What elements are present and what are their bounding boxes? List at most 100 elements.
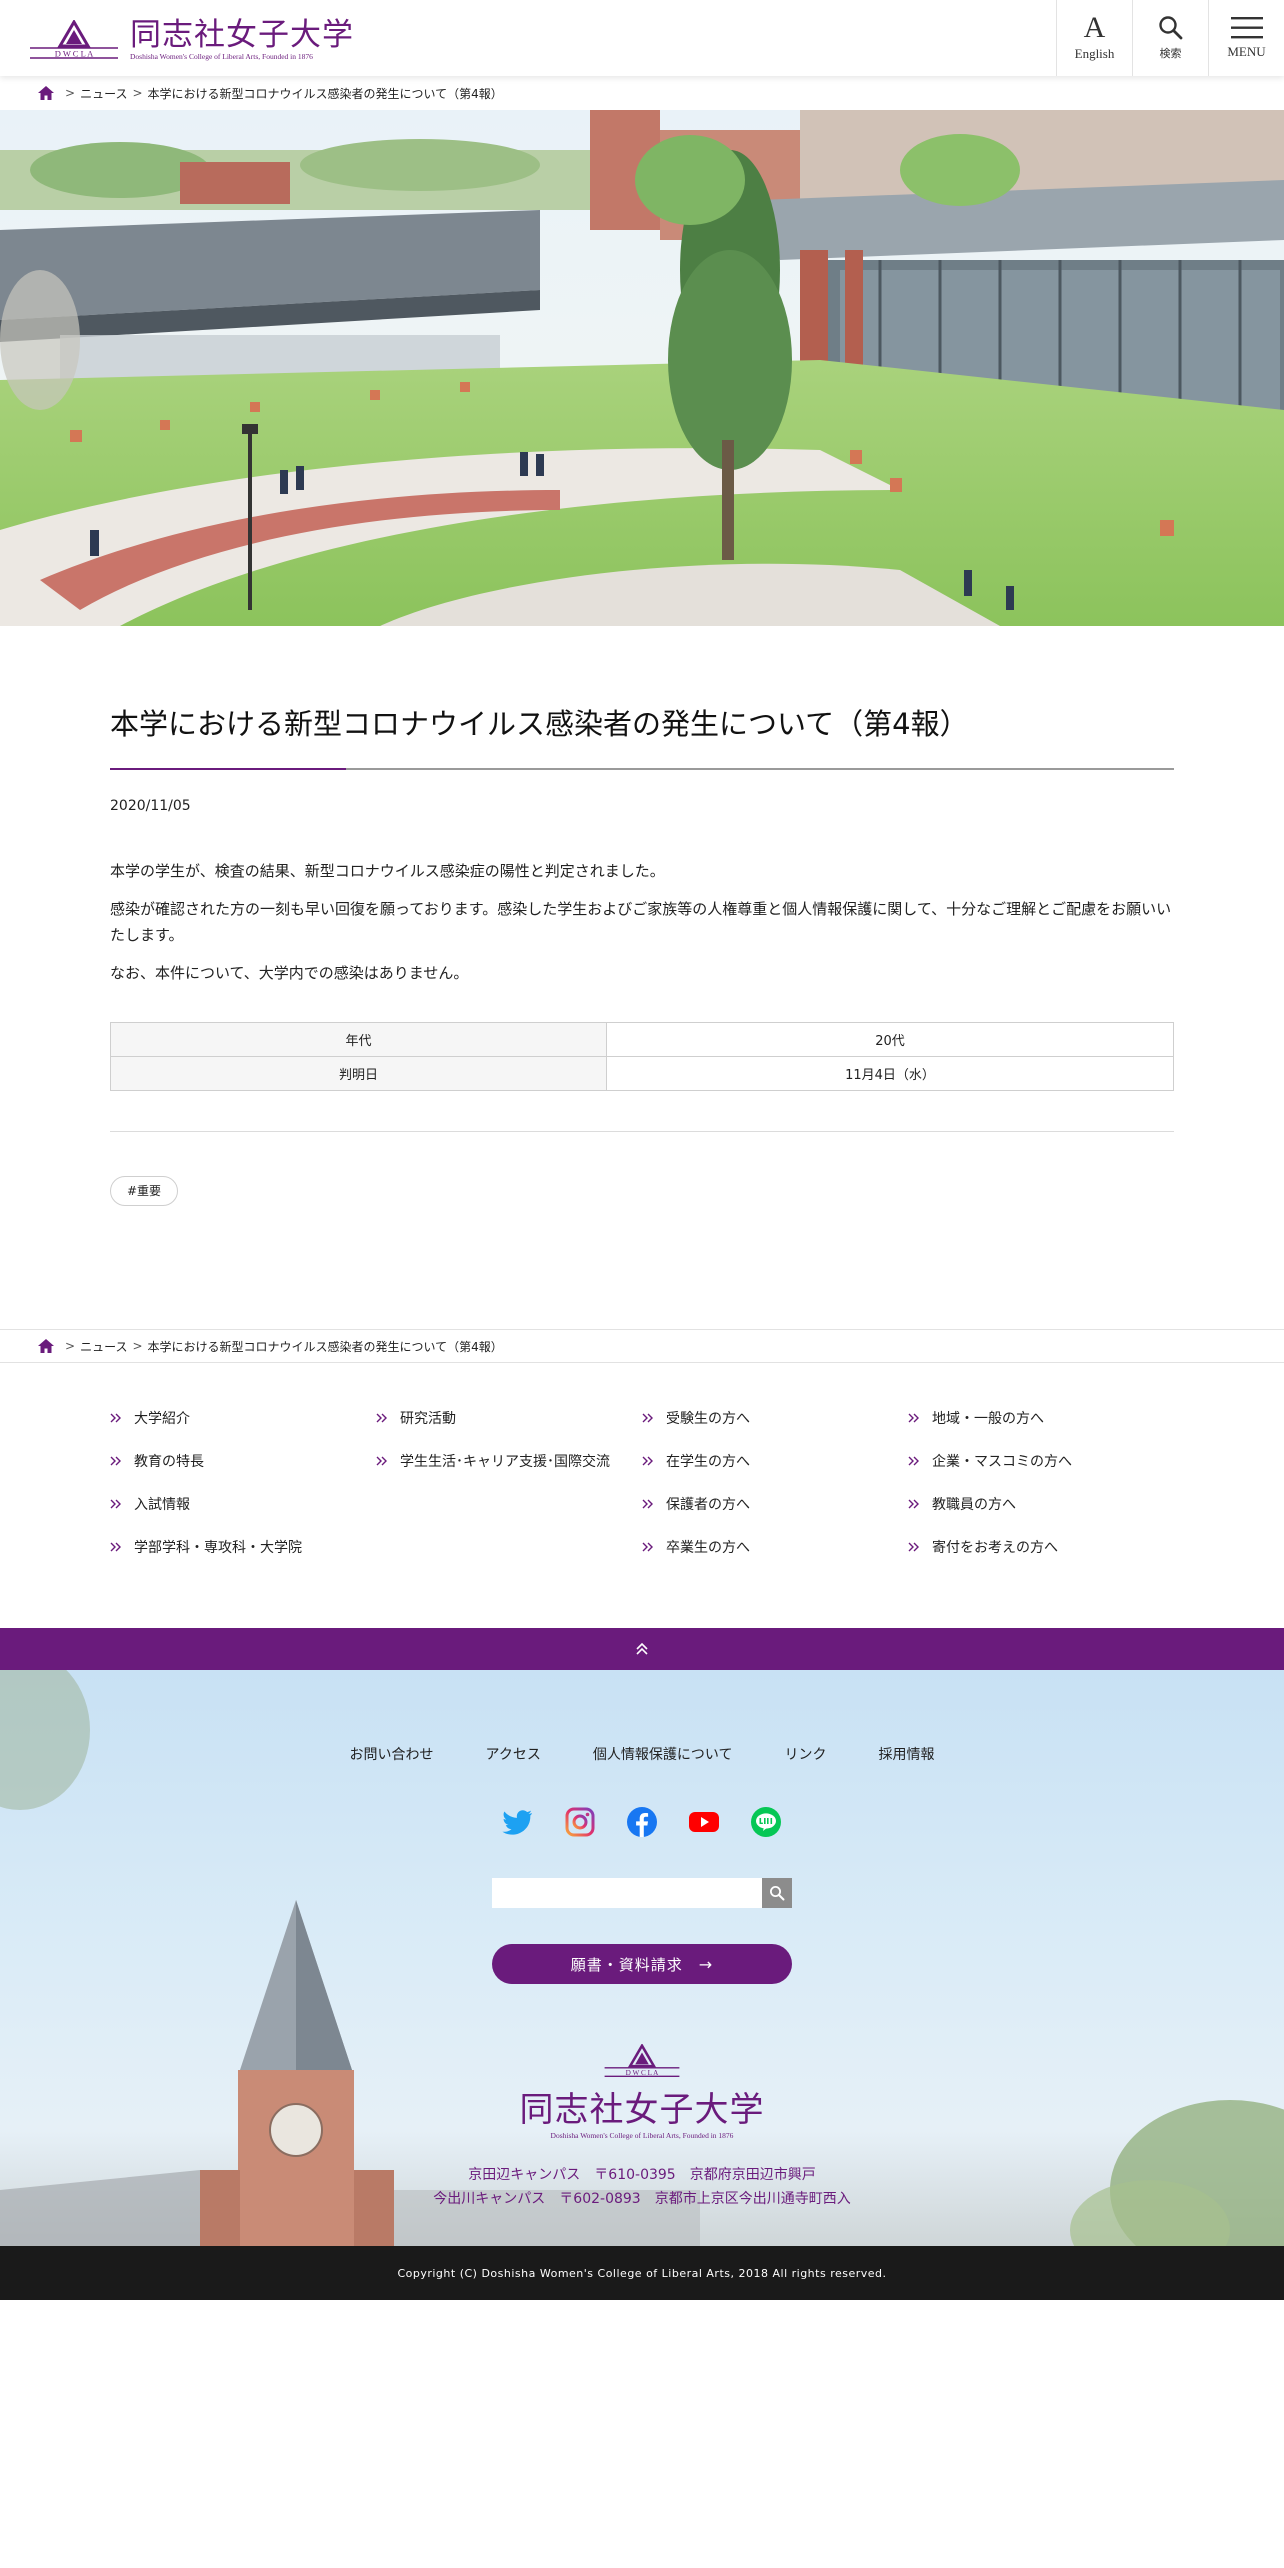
sitemap-link-label: 研究活動 — [400, 1411, 456, 1427]
sitemap-link-label: 寄付をお考えの方へ — [932, 1540, 1058, 1556]
article-date: 2020/11/05 — [110, 798, 191, 814]
sitemap-link[interactable]: 研究活動 — [376, 1408, 642, 1428]
copyright: Copyright (C) Doshisha Women's College o… — [0, 2246, 1284, 2300]
footer-search-input[interactable] — [492, 1878, 762, 1908]
footer-search-button[interactable] — [762, 1878, 792, 1908]
sitemap-link-label: 教職員の方へ — [932, 1497, 1016, 1513]
menu-button[interactable]: MENU — [1208, 0, 1284, 76]
sitemap-link-label: 企業・マスコミの方へ — [932, 1454, 1072, 1470]
facebook-icon[interactable] — [626, 1806, 658, 1838]
article-paragraph: なお、本件について、大学内での感染はありません。 — [110, 964, 469, 982]
instagram-icon[interactable] — [564, 1806, 596, 1838]
double-chevron-right-icon — [376, 1456, 387, 1466]
table-cell: 11月4日（水） — [606, 1056, 1174, 1091]
double-chevron-right-icon — [642, 1456, 653, 1466]
double-chevron-up-icon — [636, 1642, 648, 1655]
sitemap-link[interactable]: 教育の特長 — [110, 1451, 376, 1471]
english-label: English — [1074, 46, 1115, 61]
footer-logo[interactable]: D W C L A 同志社女子大学 Doshisha Women's Colle… — [0, 2044, 1284, 2140]
breadcrumb-separator: > — [65, 1339, 76, 1353]
footer-link-links[interactable]: リンク — [784, 1744, 826, 1764]
double-chevron-right-icon — [642, 1542, 653, 1552]
article-title: 本学における新型コロナウイルス感染者の発生について（第4報） — [110, 707, 969, 741]
footer-search — [492, 1878, 792, 1908]
request-materials-button[interactable]: 願書・資料請求 → — [492, 1944, 792, 1984]
breadcrumb: > ニュース > 本学における新型コロナウイルス感染者の発生について（第4報） — [0, 76, 1284, 110]
sitemap-link[interactable]: 大学紹介 — [110, 1408, 376, 1428]
search-icon — [1158, 16, 1182, 40]
double-chevron-right-icon — [376, 1413, 387, 1423]
tag-important[interactable]: #重要 — [110, 1176, 179, 1206]
svg-text:D W C L A: D W C L A — [626, 2069, 660, 2077]
sitemap-link[interactable]: 入試情報 — [110, 1494, 376, 1514]
search-icon — [770, 1886, 785, 1901]
request-label: 願書・資料請求 — [570, 1955, 683, 1974]
sitemap-empty-cell — [376, 1494, 642, 1514]
double-chevron-right-icon — [908, 1542, 919, 1552]
hamburger-icon — [1230, 17, 1263, 39]
sitemap-links: 大学紹介 研究活動 受験生の方へ 地域・一般の方へ教育の特長 学生生活･キャリア支援･国… — [110, 1408, 1174, 1557]
breadcrumb-separator: > — [132, 1339, 143, 1353]
table-row: 年代 20代 — [110, 1022, 1174, 1057]
line-icon[interactable] — [750, 1806, 782, 1838]
english-button[interactable]: A English — [1056, 0, 1132, 76]
footer-logo-tagline: Doshisha Women's College of Liberal Arts… — [550, 2131, 734, 2140]
sitemap-link[interactable]: 卒業生の方へ — [642, 1537, 908, 1557]
sitemap-link-label: 教育の特長 — [134, 1454, 204, 1470]
footer-nav: お問い合わせ アクセス 個人情報保護について リンク 採用情報 — [0, 1744, 1284, 1764]
sitemap-link[interactable]: 受験生の方へ — [642, 1408, 908, 1428]
site-logo[interactable]: D W C L A 同志社女子大学 Doshisha Women's Colle… — [28, 18, 354, 61]
sitemap-link-label: 保護者の方へ — [666, 1497, 750, 1513]
sitemap-link-label: 学生生活･キャリア支援･国際交流 — [400, 1454, 610, 1470]
breadcrumb-news[interactable]: ニュース — [80, 1338, 127, 1355]
site-header: D W C L A 同志社女子大学 Doshisha Women's Colle… — [0, 0, 1284, 76]
breadcrumb-bottom: > ニュース > 本学における新型コロナウイルス感染者の発生について（第4報） — [0, 1329, 1284, 1363]
sitemap-link[interactable]: 学生生活･キャリア支援･国際交流 — [376, 1451, 642, 1471]
footer-link-privacy[interactable]: 個人情報保護について — [593, 1744, 733, 1764]
sitemap-link[interactable]: 保護者の方へ — [642, 1494, 908, 1514]
sitemap-link[interactable]: 寄付をお考えの方へ — [908, 1537, 1174, 1557]
case-info-table: 年代 20代 判明日 11月4日（水） — [110, 1022, 1174, 1091]
double-chevron-right-icon — [908, 1413, 919, 1423]
english-a-icon: A — [1083, 11, 1106, 44]
sitemap-link-label: 大学紹介 — [134, 1411, 190, 1427]
search-label: 検索 — [1159, 47, 1182, 60]
page-top-button[interactable] — [0, 1628, 1284, 1670]
sitemap-link[interactable]: 在学生の方へ — [642, 1451, 908, 1471]
footer-link-contact[interactable]: お問い合わせ — [350, 1744, 434, 1764]
double-chevron-right-icon — [642, 1499, 653, 1509]
twitter-icon[interactable] — [502, 1806, 534, 1838]
title-underline — [110, 768, 1174, 770]
sitemap-link[interactable]: 学部学科・専攻科・大学院 — [110, 1537, 376, 1557]
sitemap-link-label: 受験生の方へ — [666, 1411, 750, 1427]
youtube-icon[interactable] — [688, 1806, 720, 1838]
site-footer: お問い合わせ アクセス 個人情報保護について リンク 採用情報 願書・資料請求 … — [0, 1670, 1284, 2246]
double-chevron-right-icon — [110, 1542, 121, 1552]
search-button[interactable]: 検索 — [1132, 0, 1208, 76]
double-chevron-right-icon — [908, 1499, 919, 1509]
sitemap-empty-cell — [376, 1537, 642, 1557]
sitemap-link[interactable]: 企業・マスコミの方へ — [908, 1451, 1174, 1471]
breadcrumb-separator: > — [132, 86, 143, 100]
home-icon[interactable] — [38, 86, 54, 100]
logo-mark-icon: D W C L A — [604, 2044, 680, 2077]
sitemap-link-label: 地域・一般の方へ — [932, 1411, 1044, 1427]
footer-link-recruit[interactable]: 採用情報 — [878, 1744, 934, 1764]
table-header-cell: 年代 — [110, 1022, 607, 1057]
footer-logo-name: 同志社女子大学 — [519, 2090, 765, 2130]
footer-link-access[interactable]: アクセス — [486, 1744, 541, 1764]
home-icon[interactable] — [38, 1339, 54, 1353]
sitemap-link[interactable]: 地域・一般の方へ — [908, 1408, 1174, 1428]
table-row: 判明日 11月4日（水） — [110, 1056, 1174, 1091]
address-kyotanabe: 京田辺キャンパス 〒610-0395 京都府京田辺市興戸 — [468, 2167, 816, 2183]
sitemap-link[interactable]: 教職員の方へ — [908, 1494, 1174, 1514]
double-chevron-right-icon — [642, 1413, 653, 1423]
address-imadegawa: 今出川キャンパス 〒602-0893 京都市上京区今出川通寺町西入 — [433, 2191, 851, 2207]
double-chevron-right-icon — [110, 1456, 121, 1466]
double-chevron-right-icon — [110, 1413, 121, 1423]
breadcrumb-news[interactable]: ニュース — [80, 85, 127, 102]
breadcrumb-current: 本学における新型コロナウイルス感染者の発生について（第4報） — [147, 1339, 503, 1354]
sitemap-link-label: 卒業生の方へ — [666, 1540, 750, 1556]
sitemap-link-label: 入試情報 — [134, 1497, 190, 1513]
svg-text:D W C L A: D W C L A — [55, 48, 94, 58]
